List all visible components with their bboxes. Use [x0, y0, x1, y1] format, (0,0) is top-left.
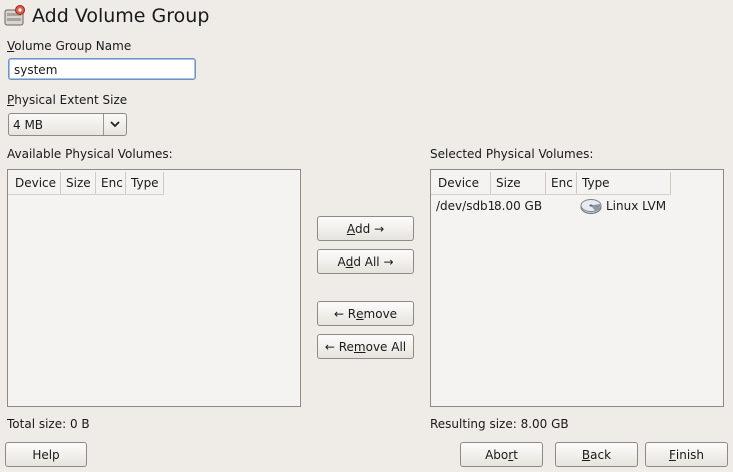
- extent-size-select[interactable]: 4 MB: [8, 113, 127, 136]
- available-volumes-label: Available Physical Volumes:: [7, 147, 173, 161]
- column-header-size[interactable]: Size: [491, 172, 546, 194]
- resulting-size-label: Resulting size: 8.00 GB: [430, 417, 569, 431]
- volume-group-icon: [4, 5, 26, 27]
- column-header-type[interactable]: Type: [126, 172, 164, 194]
- header-divider: [8, 194, 164, 195]
- column-header-type[interactable]: Type: [577, 172, 671, 194]
- finish-button[interactable]: Finish: [645, 442, 728, 467]
- cell-enc: [546, 195, 577, 217]
- table-row[interactable]: /dev/sdb1 8.00 GB Linux LVM: [433, 195, 687, 217]
- remove-all-button[interactable]: ← Re m ove All: [317, 334, 414, 359]
- cell-type: Linux LVM: [577, 195, 687, 217]
- extent-size-label: Physical Extent Size: [7, 93, 128, 107]
- remove-button[interactable]: ← Re move: [317, 301, 414, 326]
- page-title: Add Volume Group: [32, 5, 210, 27]
- extent-size-value: 4 MB: [13, 117, 44, 132]
- total-size-label: Total size: 0 B: [7, 417, 90, 431]
- add-button[interactable]: Add →: [317, 216, 414, 241]
- chevron-down-icon[interactable]: [104, 121, 126, 128]
- column-header-size[interactable]: Size: [61, 172, 96, 194]
- column-header-enc[interactable]: Enc: [96, 172, 126, 194]
- available-volumes-table[interactable]: Device Size Enc Type: [7, 169, 301, 407]
- selected-volumes-label: Selected Physical Volumes:: [430, 147, 594, 161]
- column-header-device[interactable]: Device: [433, 172, 491, 194]
- table-header: Device Size Enc Type: [10, 172, 164, 194]
- selected-volumes-table[interactable]: Device Size Enc Type /dev/sdb1 8.00 GB L…: [430, 169, 724, 407]
- cell-device: /dev/sdb1: [436, 199, 496, 213]
- disk-icon: [580, 198, 602, 214]
- cell-size: 8.00 GB: [494, 199, 543, 213]
- help-button[interactable]: Help: [5, 442, 87, 467]
- abort-button[interactable]: Abo r t: [460, 442, 543, 467]
- title-row: Add Volume Group: [4, 3, 209, 29]
- column-header-device[interactable]: Device: [10, 172, 61, 194]
- vg-name-label: Volume Group Name: [7, 39, 132, 53]
- table-header: Device Size Enc Type: [433, 172, 671, 194]
- add-all-button[interactable]: Add All →: [317, 249, 414, 274]
- vg-name-input[interactable]: system: [8, 58, 196, 80]
- back-button[interactable]: Back: [555, 442, 638, 467]
- column-header-enc[interactable]: Enc: [546, 172, 577, 194]
- type-text: Linux LVM: [606, 199, 667, 213]
